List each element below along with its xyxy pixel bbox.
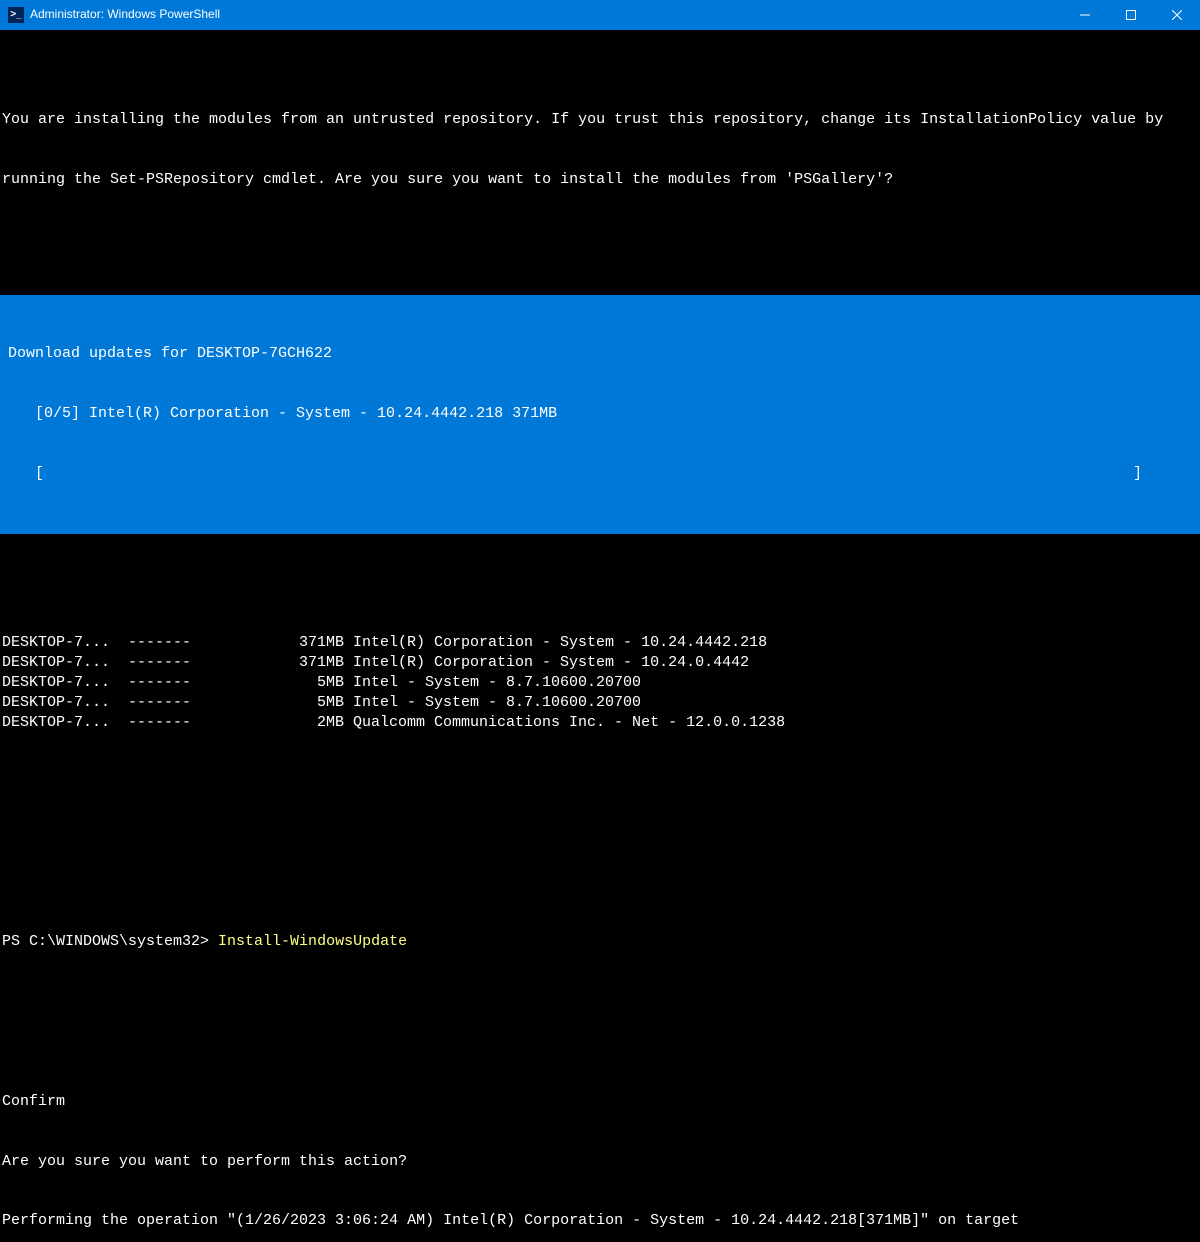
prompt-command: Install-WindowsUpdate bbox=[218, 933, 407, 950]
prompt-line: PS C:\WINDOWS\system32> Install-WindowsU… bbox=[2, 932, 1198, 952]
cell-result: ------- bbox=[128, 713, 200, 733]
progress-bar: [ ] bbox=[0, 464, 1200, 484]
progress-bar-right: ] bbox=[1133, 464, 1192, 484]
powershell-icon: >_ bbox=[8, 7, 24, 23]
confirm-heading: Confirm bbox=[2, 1092, 1198, 1112]
window-title: Administrator: Windows PowerShell bbox=[30, 7, 220, 23]
warning-line: You are installing the modules from an u… bbox=[2, 110, 1198, 130]
progress-bar-left: [ bbox=[8, 464, 44, 484]
cell-title: Intel(R) Corporation - System - 10.24.0.… bbox=[344, 653, 749, 673]
close-button[interactable] bbox=[1154, 0, 1200, 30]
window-titlebar: >_ Administrator: Windows PowerShell bbox=[0, 0, 1200, 30]
cell-title: Intel - System - 8.7.10600.20700 bbox=[344, 673, 641, 693]
cell-cn: DESKTOP-7... bbox=[2, 713, 128, 733]
table-row: DESKTOP-7...------- 371MBIntel(R) Corpora… bbox=[2, 653, 1198, 673]
warning-line: running the Set-PSRepository cmdlet. Are… bbox=[2, 170, 1198, 190]
minimize-icon bbox=[1080, 10, 1090, 20]
cell-size: 371MB bbox=[290, 653, 344, 673]
cell-size: 2MB bbox=[290, 713, 344, 733]
table-row: DESKTOP-7...------- 5MBIntel - System - 8… bbox=[2, 673, 1198, 693]
cell-size: 5MB bbox=[290, 673, 344, 693]
confirm-detail: Performing the operation "(1/26/2023 3:0… bbox=[2, 1211, 1198, 1231]
progress-panel: Download updates for DESKTOP-7GCH622 [0/… bbox=[0, 295, 1200, 533]
maximize-button[interactable] bbox=[1108, 0, 1154, 30]
cell-size: 5MB bbox=[290, 693, 344, 713]
progress-title: Download updates for DESKTOP-7GCH622 bbox=[0, 344, 1200, 364]
cell-size: 371MB bbox=[290, 633, 344, 653]
cell-result: ------- bbox=[128, 653, 200, 673]
confirm-question: Are you sure you want to perform this ac… bbox=[2, 1152, 1198, 1172]
prompt-path: PS C:\WINDOWS\system32> bbox=[2, 933, 218, 950]
table-row: DESKTOP-7...------- 5MBIntel - System - 8… bbox=[2, 693, 1198, 713]
cell-cn: DESKTOP-7... bbox=[2, 693, 128, 713]
cell-cn: DESKTOP-7... bbox=[2, 653, 128, 673]
terminal-output[interactable]: You are installing the modules from an u… bbox=[0, 30, 1200, 1242]
table-row: DESKTOP-7...------- 2MBQualcomm Communica… bbox=[2, 713, 1198, 733]
minimize-button[interactable] bbox=[1062, 0, 1108, 30]
cell-cn: DESKTOP-7... bbox=[2, 673, 128, 693]
progress-status: [0/5] Intel(R) Corporation - System - 10… bbox=[0, 404, 1200, 424]
cell-result: ------- bbox=[128, 673, 200, 693]
pending-updates-list: DESKTOP-7...-------371MBIntel(R) Corpora… bbox=[2, 633, 1198, 733]
cell-title: Qualcomm Communications Inc. - Net - 12.… bbox=[344, 713, 785, 733]
maximize-icon bbox=[1126, 10, 1136, 20]
repository-warning: You are installing the modules from an u… bbox=[0, 70, 1200, 230]
table-row: DESKTOP-7...------- 371MBIntel(R) Corpora… bbox=[2, 633, 1198, 653]
cell-title: Intel(R) Corporation - System - 10.24.44… bbox=[344, 633, 767, 653]
close-icon bbox=[1172, 10, 1182, 20]
cell-title: Intel - System - 8.7.10600.20700 bbox=[344, 693, 641, 713]
cell-result: ------- bbox=[128, 633, 200, 653]
cell-cn: DESKTOP-7... bbox=[2, 633, 128, 653]
cell-result: ------- bbox=[128, 693, 200, 713]
